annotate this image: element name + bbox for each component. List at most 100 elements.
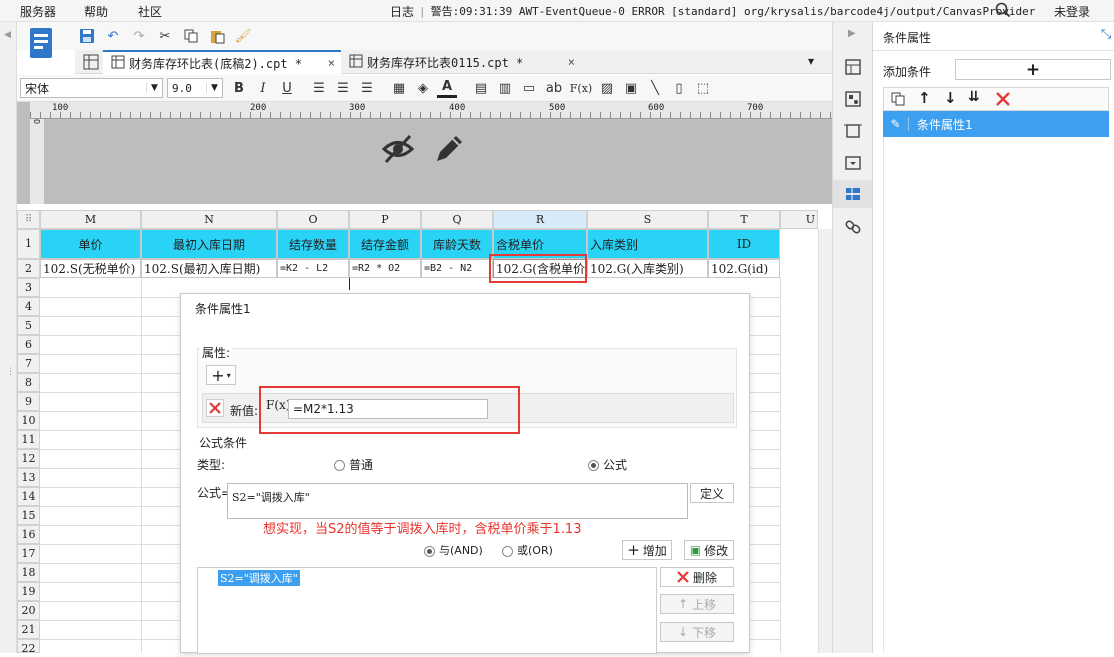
underline-button[interactable]: U bbox=[277, 78, 297, 98]
move-bottom-icon[interactable]: ⇊ bbox=[968, 89, 980, 105]
row-header[interactable]: 7 bbox=[17, 354, 40, 373]
column-header-u[interactable]: U bbox=[780, 210, 818, 229]
subreport-icon[interactable]: ▯ bbox=[669, 78, 689, 98]
row-header[interactable]: 9 bbox=[17, 392, 40, 411]
column-header-m[interactable]: M bbox=[40, 210, 141, 229]
type-formula-radio[interactable]: 公式 bbox=[588, 456, 627, 473]
column-header-q[interactable]: Q bbox=[421, 210, 493, 229]
search-icon[interactable] bbox=[995, 2, 1011, 18]
add-condition-button[interactable]: + 增加 bbox=[622, 540, 672, 560]
cut-icon[interactable]: ✂ bbox=[155, 26, 175, 46]
edit-icon[interactable]: ✎ bbox=[883, 117, 909, 131]
move-up-button[interactable]: ↑ 上移 bbox=[660, 594, 734, 614]
condition-list[interactable]: S2="调拨入库" bbox=[197, 567, 657, 654]
formula-input[interactable]: S2="调拨入库" bbox=[227, 483, 688, 519]
redo-icon[interactable]: ↷ bbox=[129, 26, 149, 46]
template-icon[interactable] bbox=[27, 26, 55, 62]
data-cell[interactable]: =R2 * O2 bbox=[349, 259, 421, 278]
type-normal-radio[interactable]: 普通 bbox=[334, 456, 373, 473]
add-condition-button[interactable]: + bbox=[955, 59, 1111, 80]
row-header[interactable]: 14 bbox=[17, 487, 40, 506]
define-button[interactable]: 定义 bbox=[690, 483, 734, 503]
data-cell[interactable]: 102.G(入库类别) bbox=[587, 259, 708, 278]
header-cell-first-in-date[interactable]: 最初入库日期 bbox=[141, 229, 277, 259]
delete-condition-icon[interactable] bbox=[996, 92, 1010, 106]
add-property-button[interactable]: + ▾ bbox=[206, 365, 236, 385]
move-down-icon[interactable]: ↓ bbox=[944, 89, 957, 107]
tab-menu-icon[interactable]: ▾ bbox=[808, 54, 814, 68]
row-header[interactable]: 2 bbox=[17, 259, 40, 278]
tab-report-0115[interactable]: 财务库存环比表0115.cpt * × bbox=[341, 50, 581, 74]
row-header[interactable]: 6 bbox=[17, 335, 40, 354]
row-header[interactable]: 10 bbox=[17, 411, 40, 430]
row-header[interactable]: 18 bbox=[17, 563, 40, 582]
border-icon[interactable]: ▦ bbox=[389, 78, 409, 98]
cell-element-icon[interactable] bbox=[844, 90, 862, 108]
slash-cell-icon[interactable]: ╲ bbox=[645, 78, 665, 98]
paste-icon[interactable] bbox=[207, 26, 227, 46]
font-name-select[interactable]: 宋体 ▼ bbox=[20, 78, 163, 98]
header-cell-stock-qty[interactable]: 结存数量 bbox=[277, 229, 349, 259]
save-icon[interactable] bbox=[77, 26, 97, 46]
delete-condition-button[interactable]: 删除 bbox=[660, 567, 734, 587]
row-header[interactable]: 12 bbox=[17, 449, 40, 468]
row-header[interactable]: 19 bbox=[17, 582, 40, 601]
align-right-icon[interactable]: ☰ bbox=[357, 78, 377, 98]
delete-property-icon[interactable] bbox=[206, 399, 224, 417]
copy-condition-icon[interactable] bbox=[890, 91, 906, 107]
row-header[interactable]: 13 bbox=[17, 468, 40, 487]
row-header[interactable]: 1 bbox=[17, 229, 40, 259]
condition-list-item-selected[interactable]: ✎ 条件属性1 bbox=[883, 111, 1109, 137]
fill-color-icon[interactable]: ◈ bbox=[413, 78, 433, 98]
menu-help[interactable]: 帮助 bbox=[84, 3, 108, 20]
merge-cells-icon[interactable]: ▤ bbox=[471, 78, 491, 98]
undo-icon[interactable]: ↶ bbox=[103, 26, 123, 46]
data-cell[interactable]: 102.S(最初入库日期) bbox=[141, 259, 277, 278]
align-left-icon[interactable]: ☰ bbox=[309, 78, 329, 98]
left-collapse-strip[interactable]: ◀ ⋮ bbox=[0, 22, 17, 653]
header-cell-unit-price[interactable]: 单价 bbox=[40, 229, 141, 259]
row-header[interactable]: 20 bbox=[17, 601, 40, 620]
formula-tool-button[interactable]: F(x) bbox=[569, 78, 593, 98]
cell-attribute-icon[interactable] bbox=[844, 58, 862, 76]
more-tools-icon[interactable]: ⬚ bbox=[693, 78, 713, 98]
chart-icon[interactable]: ▨ bbox=[597, 78, 617, 98]
column-header-p[interactable]: P bbox=[349, 210, 421, 229]
select-all-corner[interactable]: ⠿ bbox=[17, 210, 40, 229]
vertical-scrollbar[interactable] bbox=[818, 229, 832, 653]
header-cell-stock-age[interactable]: 库龄天数 bbox=[421, 229, 493, 259]
font-color-icon[interactable]: A bbox=[437, 78, 457, 98]
align-center-icon[interactable]: ☰ bbox=[333, 78, 353, 98]
widget-settings-icon[interactable] bbox=[844, 122, 862, 140]
copy-icon[interactable] bbox=[181, 26, 201, 46]
condition-list-item[interactable]: S2="调拨入库" bbox=[218, 570, 300, 586]
data-cell[interactable]: 102.S(无税单价) bbox=[40, 259, 141, 278]
drag-handle-icon[interactable]: ⋮ bbox=[6, 367, 15, 377]
log-link[interactable]: 日志 bbox=[390, 3, 414, 20]
grid-view-icon[interactable] bbox=[83, 54, 99, 70]
edit-pencil-icon[interactable] bbox=[432, 132, 466, 166]
hyperlink-icon[interactable] bbox=[844, 218, 862, 236]
split-cells-icon[interactable]: ▥ bbox=[495, 78, 515, 98]
condition-property-icon[interactable] bbox=[844, 185, 862, 203]
row-header[interactable]: 17 bbox=[17, 544, 40, 563]
column-header-n[interactable]: N bbox=[141, 210, 277, 229]
format-brush-icon[interactable]: 🖌 bbox=[233, 26, 253, 46]
image-icon[interactable]: ▣ bbox=[621, 78, 641, 98]
close-tab-icon[interactable]: × bbox=[328, 56, 335, 70]
header-cell-stock-amount[interactable]: 结存金额 bbox=[349, 229, 421, 259]
header-cell-id[interactable]: ID bbox=[708, 229, 780, 259]
expand-arrow-icon[interactable]: ▶ bbox=[848, 28, 856, 39]
data-cell[interactable]: =B2 - N2 bbox=[421, 259, 493, 278]
close-tab-icon[interactable]: × bbox=[568, 55, 575, 69]
row-header[interactable]: 5 bbox=[17, 316, 40, 335]
row-header[interactable]: 4 bbox=[17, 297, 40, 316]
move-down-button[interactable]: ↓ 下移 bbox=[660, 622, 734, 642]
row-header[interactable]: 21 bbox=[17, 620, 40, 639]
tab-report-draft2[interactable]: 财务库存环比表(底稿2).cpt * × bbox=[103, 50, 341, 74]
and-radio[interactable]: 与(AND) bbox=[424, 542, 483, 558]
row-header[interactable]: 8 bbox=[17, 373, 40, 392]
column-header-r[interactable]: R bbox=[493, 210, 587, 229]
modify-condition-button[interactable]: ▣ 修改 bbox=[684, 540, 734, 560]
header-cell-in-category[interactable]: 入库类别 bbox=[587, 229, 708, 259]
